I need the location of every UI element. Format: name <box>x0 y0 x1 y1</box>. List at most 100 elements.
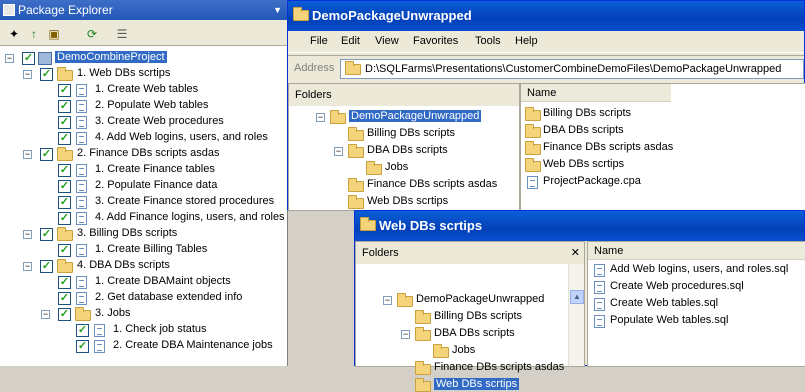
checkbox[interactable]: ✓ <box>58 292 71 305</box>
tree-folder-label[interactable]: 3. Billing DBs scripts <box>77 227 177 239</box>
tree-folder-label[interactable]: 3. Jobs <box>95 307 130 319</box>
tree-script-label[interactable]: 1. Create Finance tables <box>95 163 215 175</box>
checkbox[interactable]: ✓ <box>58 164 71 177</box>
menu-tools[interactable]: Tools <box>475 35 501 47</box>
file-item[interactable]: Add Web logins, users, and roles.sql <box>610 263 788 275</box>
file-item[interactable]: Populate Web tables.sql <box>610 314 728 326</box>
collapse-toggle[interactable]: − <box>23 262 32 271</box>
folder-tree-item[interactable]: Billing DBs scripts <box>434 310 522 322</box>
tree-script-label[interactable]: 1. Check job status <box>113 323 207 335</box>
folders-label: Folders <box>295 89 332 101</box>
checkbox[interactable]: ✓ <box>40 68 53 81</box>
folder-tree-item[interactable]: DBA DBs scripts <box>367 144 448 156</box>
folder-icon <box>348 178 364 192</box>
name-column-header[interactable]: Name <box>521 84 671 102</box>
folder-tree-item[interactable]: Finance DBs scripts asdas <box>434 361 564 373</box>
tree-script-label[interactable]: 1. Create Billing Tables <box>95 243 207 255</box>
checkbox[interactable]: ✓ <box>40 260 53 273</box>
folder-icon <box>525 107 541 121</box>
scroll-up-icon[interactable]: ▲ <box>570 290 584 304</box>
tree-script-label[interactable]: 1. Create DBAMaint objects <box>95 275 231 287</box>
collapse-toggle[interactable]: − <box>5 54 14 63</box>
close-icon[interactable]: ✕ <box>571 242 580 264</box>
checkbox[interactable]: ✓ <box>58 196 71 209</box>
open-icon[interactable]: ▣ <box>44 24 64 42</box>
file-item[interactable]: DBA DBs scripts <box>543 124 624 136</box>
tree-script-label[interactable]: 2. Populate Web tables <box>95 99 209 111</box>
checkbox[interactable]: ✓ <box>58 308 71 321</box>
collapse-toggle[interactable]: − <box>23 230 32 239</box>
checkbox[interactable]: ✓ <box>76 324 89 337</box>
checkbox[interactable]: ✓ <box>76 340 89 353</box>
menu-help[interactable]: Help <box>515 35 538 47</box>
file-item[interactable]: Create Web tables.sql <box>610 297 718 309</box>
tree-folder-label[interactable]: 1. Web DBs scrtips <box>77 67 170 79</box>
script-icon <box>94 324 105 337</box>
file-item[interactable]: ProjectPackage.cpa <box>543 175 641 187</box>
folder-tree-item[interactable]: DemoPackageUnwrapped <box>416 293 544 305</box>
menu-file[interactable]: File <box>310 35 328 47</box>
file-item[interactable]: Finance DBs scripts asdas <box>543 141 673 153</box>
tree-script-label[interactable]: 2. Populate Finance data <box>95 179 217 191</box>
file-item[interactable]: Create Web procedures.sql <box>610 280 744 292</box>
checkbox[interactable]: ✓ <box>58 100 71 113</box>
up-icon[interactable]: ↑ <box>24 24 44 42</box>
folder-tree-item[interactable]: Jobs <box>452 344 475 356</box>
tree-folder-label[interactable]: 4. DBA DBs scripts <box>77 259 170 271</box>
collapse-toggle[interactable]: − <box>401 330 410 339</box>
tree-script-label[interactable]: 1. Create Web tables <box>95 83 198 95</box>
collapse-toggle[interactable]: − <box>383 296 392 305</box>
folder-icon <box>366 161 382 175</box>
tree-script-label[interactable]: 3. Create Web procedures <box>95 115 224 127</box>
folders-label: Folders <box>362 247 399 259</box>
refresh-icon[interactable]: ⟳ <box>82 24 102 42</box>
checkbox[interactable]: ✓ <box>40 228 53 241</box>
tree-script-label[interactable]: 4. Add Finance logins, users, and roles <box>95 211 285 223</box>
file-item[interactable]: Billing DBs scripts <box>543 107 631 119</box>
menu-favorites[interactable]: Favorites <box>413 35 458 47</box>
tree-folder-label[interactable]: 2. Finance DBs scripts asdas <box>77 147 219 159</box>
folder-icon <box>525 124 541 138</box>
folder-tree-item[interactable]: Jobs <box>385 161 408 173</box>
checkbox[interactable]: ✓ <box>58 212 71 225</box>
vertical-scrollbar[interactable]: ▲ <box>568 264 584 366</box>
checkbox[interactable]: ✓ <box>58 84 71 97</box>
new-icon[interactable]: ✦ <box>4 24 24 42</box>
checkbox[interactable]: ✓ <box>58 132 71 145</box>
collapse-toggle[interactable]: − <box>334 147 343 156</box>
menu-edit[interactable]: Edit <box>341 35 360 47</box>
folder-tree-item[interactable]: Finance DBs scripts asdas <box>367 178 497 190</box>
collapse-toggle[interactable]: − <box>41 310 50 319</box>
pin-icon[interactable]: ▼ <box>273 0 282 20</box>
folder-tree-item[interactable]: Web DBs scrtips <box>367 195 448 207</box>
folder-tree-item[interactable]: Web DBs scrtips <box>434 378 520 390</box>
folder-tree-item[interactable]: DBA DBs scripts <box>434 327 515 339</box>
panel-title: Package Explorer <box>18 3 113 17</box>
tree-script-label[interactable]: 2. Create DBA Maintenance jobs <box>113 339 273 351</box>
checkbox[interactable]: ✓ <box>22 52 35 65</box>
checkbox[interactable]: ✓ <box>58 180 71 193</box>
tree-script-label[interactable]: 4. Add Web logins, users, and roles <box>95 131 268 143</box>
folder-tree-item[interactable]: Billing DBs scripts <box>367 127 455 139</box>
file-icon <box>594 315 605 328</box>
checkbox[interactable]: ✓ <box>40 148 53 161</box>
collapse-toggle[interactable]: − <box>23 70 32 79</box>
collapse-toggle[interactable]: − <box>316 113 325 122</box>
folder-tree-item[interactable]: DemoPackageUnwrapped <box>349 110 482 122</box>
properties-icon[interactable]: ☰ <box>112 24 132 42</box>
checkbox[interactable]: ✓ <box>58 244 71 257</box>
name-column-header[interactable]: Name <box>588 242 805 260</box>
folder-icon <box>348 195 364 209</box>
package-explorer-titlebar: Package Explorer ▼ <box>0 0 288 20</box>
menu-view[interactable]: View <box>375 35 399 47</box>
tree-script-label[interactable]: 3. Create Finance stored procedures <box>95 195 274 207</box>
checkbox[interactable]: ✓ <box>58 116 71 129</box>
collapse-toggle[interactable]: − <box>23 150 32 159</box>
file-item[interactable]: Web DBs scrtips <box>543 158 624 170</box>
tree-root-label[interactable]: DemoCombineProject <box>55 51 167 63</box>
tree-script-label[interactable]: 2. Get database extended info <box>95 291 242 303</box>
address-field[interactable]: D:\SQLFarms\Presentations\CustomerCombin… <box>340 59 804 79</box>
checkbox[interactable]: ✓ <box>58 276 71 289</box>
address-label: Address <box>294 62 335 74</box>
folder-icon <box>525 158 541 172</box>
